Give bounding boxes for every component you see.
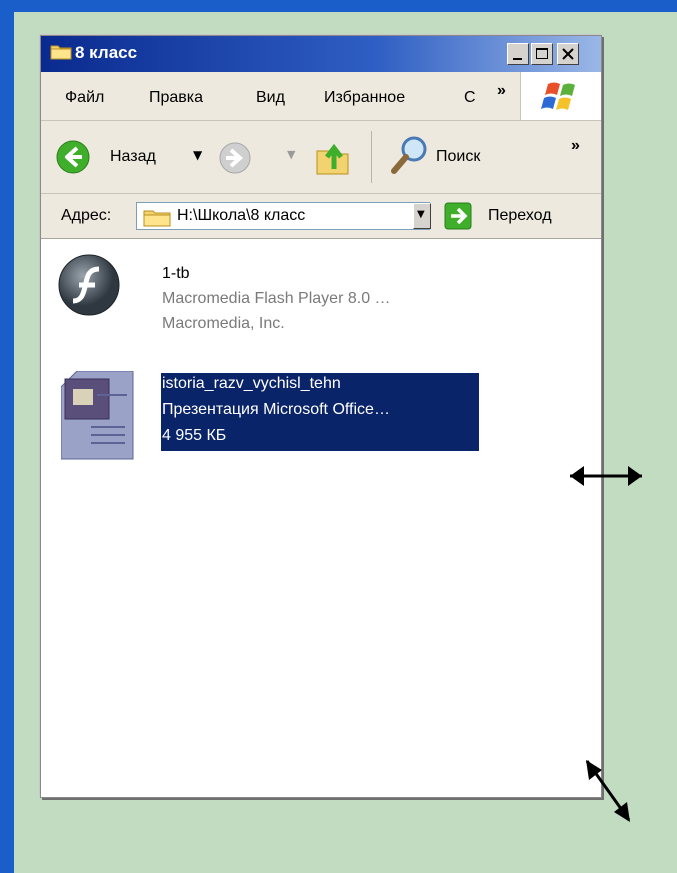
file-detail: Macromedia, Inc. (162, 315, 285, 332)
powerpoint-file-icon (61, 371, 134, 460)
menu-overflow-chevron[interactable]: » (497, 82, 506, 100)
chevron-down-icon: ▼ (417, 209, 425, 220)
search-icon[interactable] (388, 133, 432, 177)
minimize-icon (513, 58, 522, 60)
folder-up-icon[interactable] (313, 137, 353, 177)
file-type: Macromedia Flash Player 8.0 … (162, 290, 391, 307)
menu-edit[interactable]: Правка (149, 89, 203, 107)
slide-frame-top (0, 0, 677, 12)
title-bar[interactable]: 8 класс (41, 36, 601, 72)
address-value: H:\Школа\8 класс (177, 207, 306, 224)
file-detail: 4 955 КБ (162, 427, 227, 444)
toolbar-separator (371, 131, 372, 183)
explorer-window: 8 класс Файл Правка Вид Избранное С » На… (40, 35, 602, 798)
address-bar: Адрес: H:\Школа\8 класс ▼ Переход (41, 194, 601, 239)
back-arrow-icon[interactable] (55, 139, 91, 175)
forward-dropdown-icon[interactable]: ▼ (287, 148, 295, 161)
toolbar-overflow-chevron[interactable]: » (571, 137, 580, 155)
folder-icon (50, 45, 72, 60)
diagonal-resize-arrow-icon (585, 760, 631, 822)
minimize-button[interactable] (507, 43, 529, 65)
search-button[interactable]: Поиск (436, 148, 480, 166)
menu-view[interactable]: Вид (256, 89, 285, 107)
close-icon (562, 48, 574, 60)
close-button[interactable] (557, 43, 579, 65)
back-dropdown-icon[interactable]: ▼ (193, 148, 202, 162)
file-name: 1-tb (162, 265, 190, 282)
menu-favorites[interactable]: Избранное (324, 89, 405, 107)
back-button[interactable]: Назад (110, 148, 156, 166)
window-title: 8 класс (75, 43, 138, 62)
address-input[interactable]: H:\Школа\8 класс (136, 202, 430, 230)
forward-arrow-icon[interactable] (218, 141, 252, 175)
menu-service[interactable]: С (464, 89, 476, 107)
address-label: Адрес: (61, 207, 112, 224)
slide-frame-left (0, 0, 14, 873)
windows-flag-icon (541, 82, 575, 110)
go-arrow-icon[interactable] (444, 202, 472, 230)
windows-logo (520, 72, 601, 120)
maximize-icon (536, 48, 548, 59)
horizontal-resize-arrow-icon (570, 466, 642, 486)
menu-file[interactable]: Файл (65, 89, 104, 107)
folder-icon (143, 210, 171, 227)
file-name: istoria_razv_vychisl_tehn (162, 375, 341, 392)
maximize-button[interactable] (531, 43, 553, 65)
file-list: 1-tb Macromedia Flash Player 8.0 … Macro… (41, 239, 601, 797)
file-type: Презентация Microsoft Office… (162, 401, 390, 418)
flash-player-icon (58, 254, 120, 316)
go-button[interactable]: Переход (488, 207, 552, 225)
toolbar: Назад ▼ ▼ Поиск » (41, 121, 601, 194)
menu-bar: Файл Правка Вид Избранное С » (41, 72, 601, 121)
address-dropdown-button[interactable]: ▼ (413, 203, 431, 229)
